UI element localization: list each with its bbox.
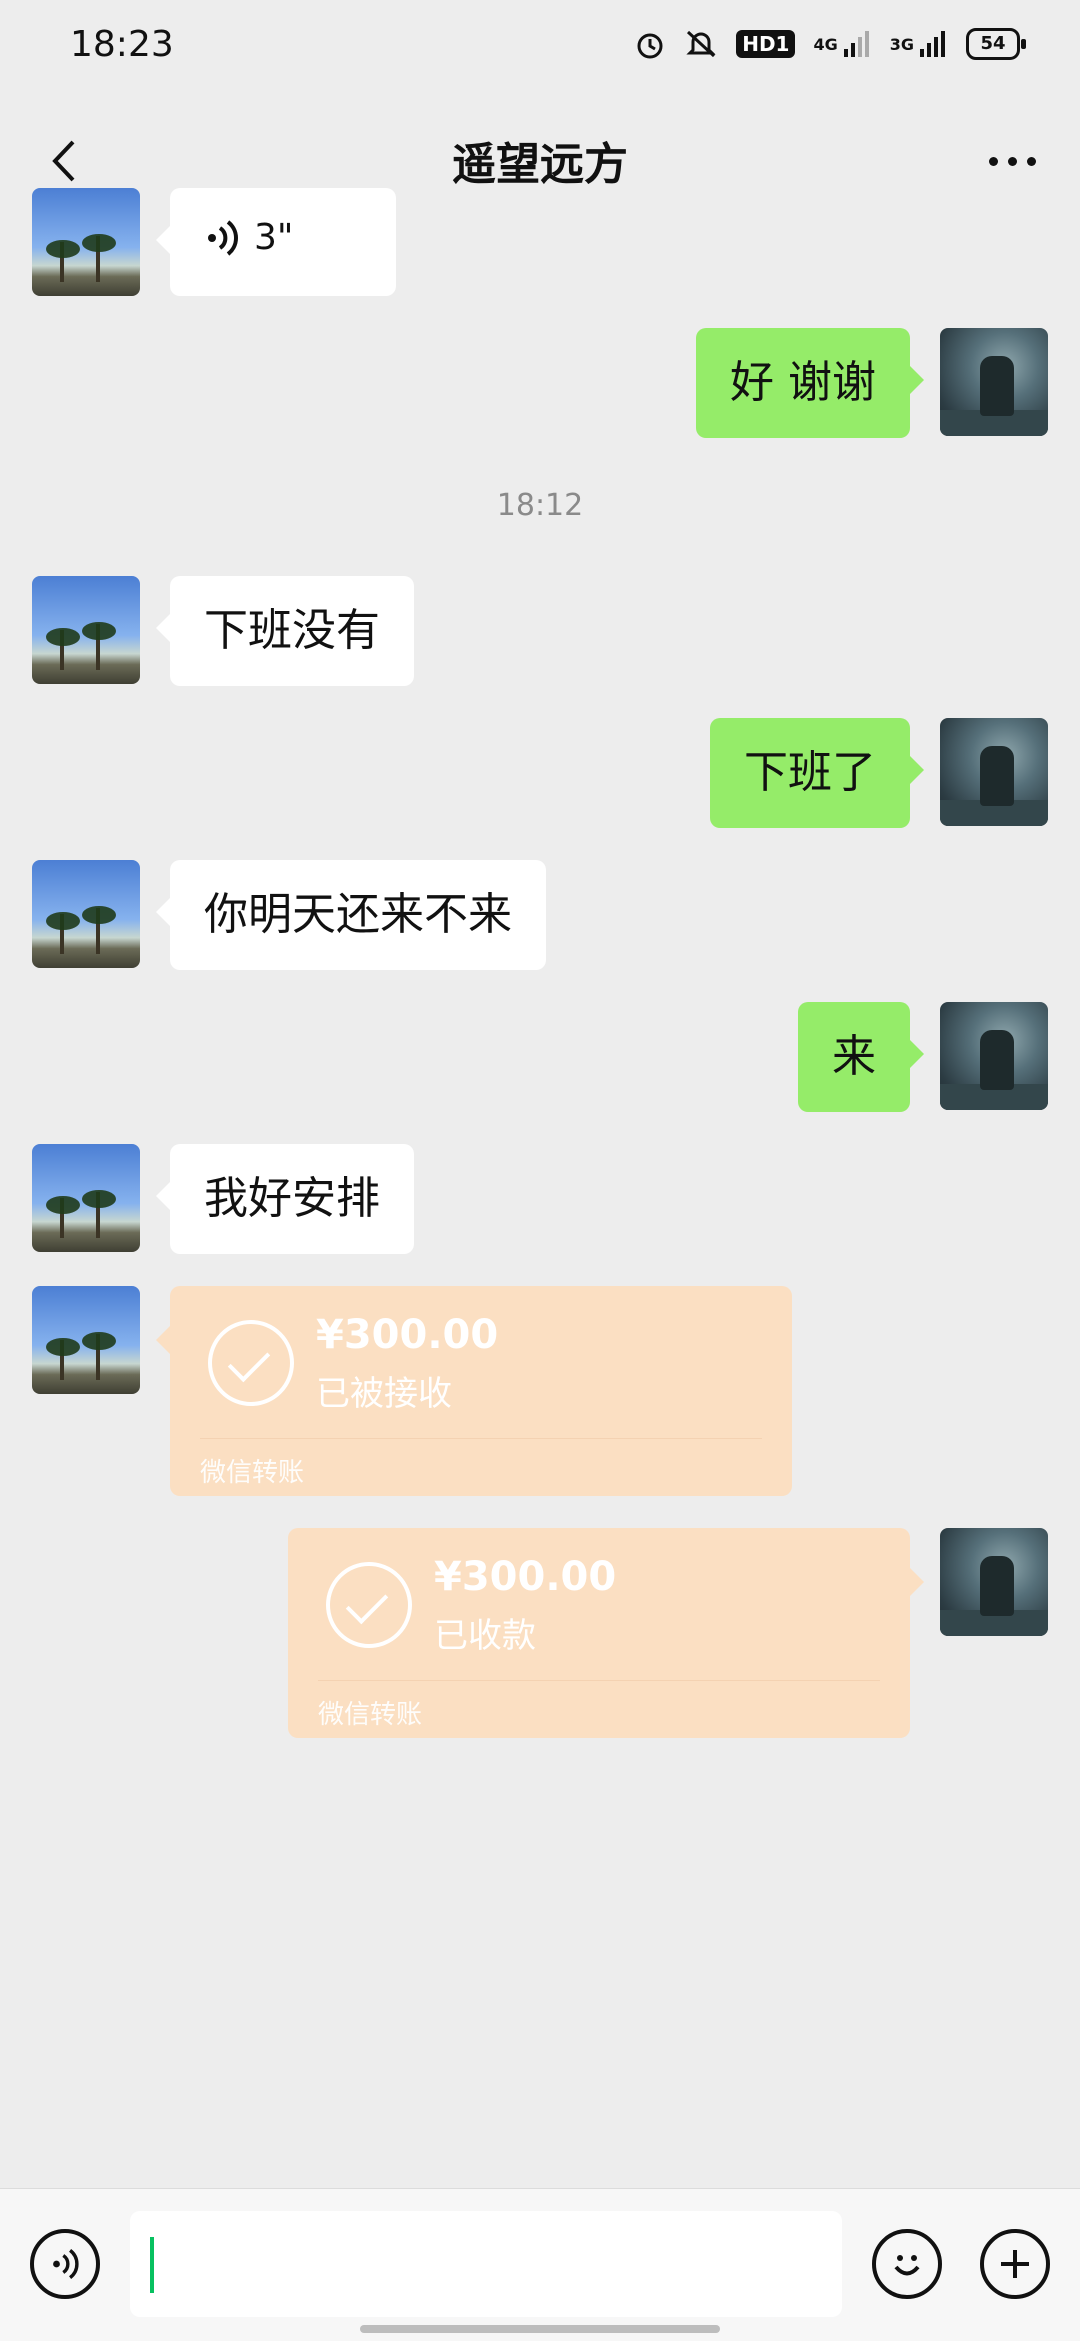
net2-label: 3G [889, 34, 914, 54]
voice-message[interactable]: 3" [156, 188, 396, 296]
status-icons: HD1 4G 3G 54 [634, 28, 1026, 60]
my-avatar[interactable] [940, 718, 1048, 826]
contact-avatar[interactable] [32, 1144, 140, 1252]
plus-icon [1001, 2250, 1029, 2278]
signal-3g-icon: 3G [890, 29, 948, 59]
chat-title: 遥望远方 [452, 139, 628, 190]
contact-avatar[interactable] [32, 576, 140, 684]
transfer-card[interactable]: ¥300.00 已收款 微信转账 [288, 1528, 924, 1738]
more-dots-icon [988, 156, 998, 166]
incoming-message[interactable]: 我好安排 [156, 1144, 414, 1254]
outgoing-message[interactable]: 来 [798, 1002, 924, 1112]
transfer-card[interactable]: ¥300.00 已被接收 微信转账 [156, 1286, 792, 1496]
text-caret [150, 2237, 154, 2293]
my-avatar[interactable] [940, 1528, 1048, 1636]
voice-duration: 3" [254, 217, 294, 258]
alarm-icon [634, 28, 666, 60]
incoming-message[interactable]: 下班没有 [156, 576, 414, 686]
battery-icon: 54 [966, 28, 1026, 60]
my-avatar[interactable] [940, 328, 1048, 436]
signal-4g-icon: 4G [813, 29, 871, 59]
transfer-status: 已收款 [434, 1616, 536, 1656]
transfer-footer: 微信转账 [318, 1700, 423, 1730]
check-circle-icon [208, 1320, 294, 1406]
net1-label: 4G [813, 34, 838, 54]
mute-bell-icon [684, 28, 718, 60]
outgoing-message[interactable]: 下班了 [710, 718, 924, 828]
message-input[interactable] [130, 2211, 842, 2317]
contact-avatar[interactable] [32, 860, 140, 968]
incoming-message[interactable]: 你明天还来不来 [156, 860, 546, 970]
status-bar: 18:23 HD1 4G 3G 54 [0, 0, 1080, 96]
plus-button[interactable] [980, 2229, 1050, 2299]
input-bar [0, 2188, 1080, 2341]
transfer-divider [200, 1438, 762, 1439]
transfer-amount: ¥300.00 [434, 1554, 617, 1600]
status-time: 18:23 [70, 24, 174, 65]
chat-header: 遥望远方 [0, 96, 1080, 226]
my-avatar[interactable] [940, 1002, 1048, 1110]
contact-avatar[interactable] [32, 1286, 140, 1394]
home-indicator[interactable] [360, 2325, 720, 2333]
transfer-amount: ¥300.00 [316, 1312, 499, 1358]
contact-avatar[interactable] [32, 188, 140, 296]
outgoing-message[interactable]: 好 谢谢 [696, 328, 924, 438]
transfer-divider [318, 1680, 880, 1681]
more-button[interactable] [972, 126, 1052, 196]
voice-icon [53, 2249, 79, 2279]
check-circle-icon [326, 1562, 412, 1648]
transfer-footer: 微信转账 [200, 1458, 305, 1488]
transfer-status: 已被接收 [316, 1374, 452, 1414]
message-timestamp: 18:12 [496, 488, 584, 523]
voice-toggle-button[interactable] [30, 2229, 100, 2299]
emoji-button[interactable] [872, 2229, 942, 2299]
hd-badge: HD1 [736, 30, 796, 58]
emoji-icon [894, 2255, 920, 2276]
voice-icon [208, 220, 238, 256]
